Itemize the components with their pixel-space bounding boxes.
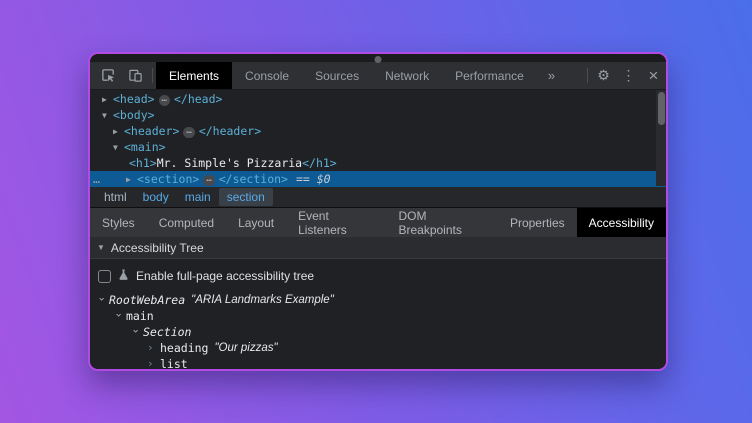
chevron-right-icon[interactable]: ›	[147, 340, 160, 356]
element-breadcrumb: html body main section	[90, 186, 666, 207]
dom-node-h1[interactable]: <h1>Mr. Simple's Pizzaria</h1>	[90, 155, 666, 171]
inspect-element-icon[interactable]	[100, 68, 116, 84]
selected-node-marker: == $0	[296, 172, 331, 186]
section-collapse-arrow-icon[interactable]: ▼	[97, 243, 105, 252]
tab-styles[interactable]: Styles	[90, 208, 147, 237]
toolbar-separator	[587, 68, 588, 83]
tab-event-listeners[interactable]: Event Listeners	[286, 208, 386, 237]
toolbar-left-icons	[90, 62, 149, 89]
dom-node-header[interactable]: ▶<header> … </header>	[90, 123, 666, 139]
chevron-right-icon[interactable]: ›	[147, 356, 160, 371]
accessibility-tree-section-header[interactable]: ▼ Accessibility Tree	[90, 237, 666, 259]
close-icon[interactable]: ×	[641, 62, 666, 89]
tab-dom-breakpoints[interactable]: DOM Breakpoints	[386, 208, 497, 237]
tag-open: <h1>	[129, 156, 157, 170]
expand-arrow-icon[interactable]: ▶	[126, 172, 137, 188]
a11y-node-rootwebarea[interactable]: ›RootWebArea "ARIA Landmarks Example"	[90, 292, 666, 308]
inline-expand-icon[interactable]: …	[183, 127, 194, 138]
devtools-toolbar: Elements Console Sources Network Perform…	[90, 62, 666, 90]
tab-properties[interactable]: Properties	[498, 208, 577, 237]
a11y-node-list[interactable]: ›list	[90, 356, 666, 371]
a11y-node-heading[interactable]: ›heading "Our pizzas"	[90, 340, 666, 356]
tag-open: <body>	[113, 108, 155, 122]
dom-node-body[interactable]: ▼<body>	[90, 107, 666, 123]
breadcrumb-section[interactable]: section	[219, 188, 273, 206]
toolbar-right-controls: ⚙ ⋮ ×	[584, 62, 666, 89]
tab-layout[interactable]: Layout	[226, 208, 286, 237]
tab-accessibility[interactable]: Accessibility	[577, 208, 666, 237]
toolbar-separator	[152, 68, 153, 83]
tab-network[interactable]: Network	[372, 62, 442, 89]
tag-close: </head>	[174, 92, 222, 106]
tag-close: </h1>	[302, 156, 337, 170]
chevron-down-icon[interactable]: ›	[94, 294, 110, 305]
a11y-role: main	[126, 308, 154, 324]
breadcrumb-body[interactable]: body	[135, 188, 177, 206]
dom-tree-scrollbar[interactable]	[656, 90, 666, 186]
dom-node-main[interactable]: ▼<main>	[90, 139, 666, 155]
a11y-node-section[interactable]: ›Section	[90, 324, 666, 340]
inline-expand-icon[interactable]: …	[203, 175, 214, 186]
expand-arrow-icon[interactable]: ▶	[113, 124, 124, 140]
collapse-arrow-icon[interactable]: ▼	[102, 108, 113, 124]
enable-a11y-tree-checkbox[interactable]	[98, 270, 111, 283]
accessibility-pane: Enable full-page accessibility tree ›Roo…	[90, 259, 666, 371]
kebab-menu-icon[interactable]: ⋮	[616, 62, 641, 89]
tag-close: </header>	[199, 124, 261, 138]
breadcrumb-main[interactable]: main	[177, 188, 219, 206]
tag-close: </section>	[219, 172, 288, 186]
a11y-node-main[interactable]: ›main	[90, 308, 666, 324]
a11y-role: Section	[143, 324, 191, 340]
scrollbar-thumb[interactable]	[658, 92, 665, 125]
chevron-down-icon[interactable]: ›	[128, 326, 144, 337]
tag-open: <header>	[124, 124, 179, 138]
devtools-window: Elements Console Sources Network Perform…	[88, 52, 668, 371]
more-tabs-icon[interactable]: »	[537, 62, 566, 89]
gutter-ellipsis-icon[interactable]: …	[93, 171, 101, 187]
breadcrumb-html[interactable]: html	[96, 188, 135, 206]
dom-node-section-selected[interactable]: … ▶<section> … </section> == $0	[90, 171, 666, 187]
section-title: Accessibility Tree	[111, 241, 204, 255]
tab-computed[interactable]: Computed	[147, 208, 226, 237]
a11y-role: heading	[160, 340, 208, 356]
elements-dom-tree: ▶<head>…</head> ▼<body> ▶<header>…</head…	[90, 90, 666, 186]
devtools-drag-strip[interactable]	[90, 54, 666, 62]
inline-expand-icon[interactable]: …	[159, 95, 170, 106]
dom-node-head[interactable]: ▶<head> … </head>	[90, 91, 666, 107]
tab-performance[interactable]: Performance	[442, 62, 537, 89]
tab-sources[interactable]: Sources	[302, 62, 372, 89]
tab-elements[interactable]: Elements	[156, 62, 232, 89]
enable-full-a11y-tree-row: Enable full-page accessibility tree	[90, 267, 666, 292]
expand-arrow-icon[interactable]: ▶	[102, 92, 113, 108]
gear-icon[interactable]: ⚙	[591, 62, 616, 89]
tag-open: <section>	[137, 172, 199, 186]
a11y-role: RootWebArea	[109, 292, 185, 308]
device-toolbar-icon[interactable]	[127, 68, 143, 84]
a11y-role: list	[160, 356, 188, 371]
sidebar-panel-tabs: Styles Computed Layout Event Listeners D…	[90, 207, 666, 237]
tab-console[interactable]: Console	[232, 62, 302, 89]
a11y-name: "Our pizzas"	[214, 340, 277, 356]
drag-handle-dot[interactable]	[375, 56, 382, 63]
text-node: Mr. Simple's Pizzaria	[157, 156, 302, 170]
tag-open: <main>	[124, 140, 166, 154]
tag-open: <head>	[113, 92, 155, 106]
enable-a11y-tree-label: Enable full-page accessibility tree	[136, 269, 314, 283]
a11y-name: "ARIA Landmarks Example"	[191, 292, 334, 308]
collapse-arrow-icon[interactable]: ▼	[113, 140, 124, 156]
flask-icon	[117, 268, 130, 284]
chevron-down-icon[interactable]: ›	[111, 310, 127, 321]
